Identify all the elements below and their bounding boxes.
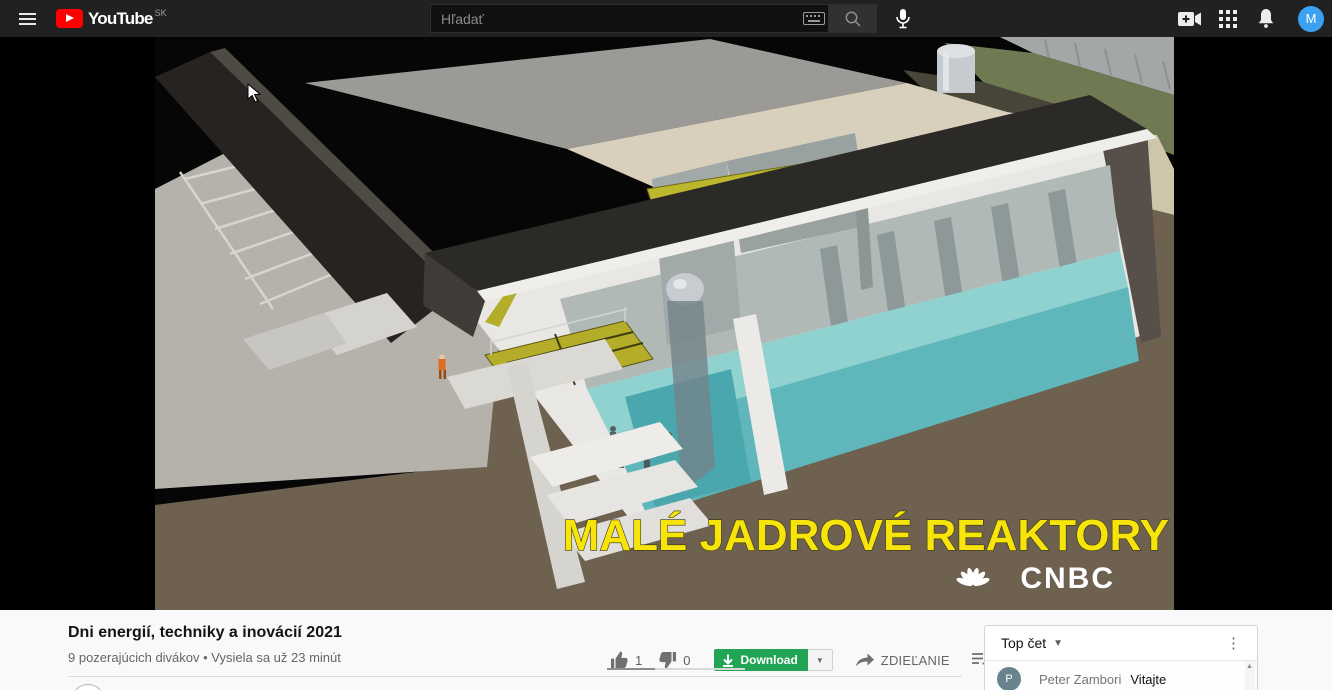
dislike-count: 0 bbox=[683, 653, 690, 668]
share-button[interactable]: ZDIEĽANIE bbox=[855, 652, 950, 669]
like-button[interactable]: 1 bbox=[610, 651, 642, 669]
kebab-menu-icon: ⋮ bbox=[1226, 635, 1241, 652]
live-chat-panel: Top čet ▼ ⋮ P Peter Zambori Vitajte ▲ bbox=[984, 625, 1258, 690]
share-label: ZDIEĽANIE bbox=[881, 653, 950, 668]
video-player[interactable]: MALÉ JADROVÉ REAKTORY CNBC bbox=[0, 37, 1332, 610]
voice-search-button[interactable] bbox=[891, 7, 915, 31]
notifications-button[interactable] bbox=[1254, 7, 1278, 31]
info-divider bbox=[68, 676, 962, 677]
chat-header: Top čet ▼ ⋮ bbox=[985, 626, 1257, 661]
chevron-down-icon: ▼ bbox=[1053, 638, 1063, 649]
thumbs-down-icon bbox=[658, 651, 677, 669]
menu-icon[interactable] bbox=[6, 0, 48, 37]
search-input[interactable] bbox=[430, 4, 829, 33]
like-ratio-bar bbox=[607, 668, 745, 670]
video-overlay-title: MALÉ JADROVÉ REAKTORY bbox=[563, 510, 1169, 560]
logo-country-code: SK bbox=[155, 8, 167, 18]
youtube-play-icon bbox=[56, 9, 83, 28]
youtube-page: YouTube SK bbox=[0, 0, 1332, 690]
account-avatar[interactable]: M bbox=[1298, 6, 1324, 32]
search-icon bbox=[844, 10, 862, 28]
dislike-button[interactable]: 0 bbox=[658, 651, 690, 669]
masthead-right: M bbox=[1178, 0, 1324, 37]
chat-message: P Peter Zambori Vitajte bbox=[985, 661, 1257, 690]
scroll-up-icon: ▲ bbox=[1246, 663, 1253, 670]
chat-menu-button[interactable]: ⋮ bbox=[1222, 634, 1245, 652]
chat-messages: P Peter Zambori Vitajte ▲ bbox=[985, 661, 1257, 690]
masthead: YouTube SK bbox=[0, 0, 1332, 37]
chat-scrollbar[interactable]: ▲ bbox=[1245, 661, 1255, 690]
download-icon bbox=[722, 654, 734, 667]
chat-user-avatar[interactable]: P bbox=[997, 667, 1021, 690]
share-icon bbox=[855, 652, 875, 669]
cnbc-wordmark: CNBC bbox=[1020, 562, 1115, 595]
download-options-button[interactable]: ▼ bbox=[808, 649, 833, 671]
download-label: Download bbox=[740, 653, 797, 667]
create-video-button[interactable] bbox=[1178, 7, 1202, 31]
video-frame: MALÉ JADROVÉ REAKTORY CNBC bbox=[155, 37, 1174, 610]
watch-info-area: Dni energií, techniky a inovácií 2021 9 … bbox=[0, 610, 1332, 690]
create-video-icon bbox=[1178, 11, 1202, 27]
chat-text: Vitajte bbox=[1130, 672, 1166, 687]
like-count: 1 bbox=[635, 653, 642, 668]
apps-grid-icon bbox=[1219, 10, 1237, 28]
search-area bbox=[430, 4, 915, 33]
video-meta: 9 pozerajúcich divákov • Vysiela sa už 2… bbox=[68, 650, 341, 665]
keyboard-icon[interactable] bbox=[803, 12, 825, 25]
logo-text: YouTube bbox=[88, 8, 153, 29]
youtube-logo[interactable]: YouTube SK bbox=[56, 8, 167, 29]
chat-mode-label: Top čet bbox=[1001, 635, 1046, 651]
video-title: Dni energií, techniky a inovácií 2021 bbox=[68, 624, 342, 642]
chevron-down-icon: ▼ bbox=[816, 656, 824, 665]
channel-avatar[interactable] bbox=[71, 684, 105, 690]
chat-mode-dropdown[interactable]: Top čet ▼ bbox=[1001, 635, 1063, 651]
mic-icon bbox=[894, 8, 912, 30]
search-button[interactable] bbox=[829, 4, 877, 33]
chat-author: Peter Zambori bbox=[1039, 672, 1121, 687]
bell-icon bbox=[1256, 8, 1276, 29]
thumbs-up-icon bbox=[610, 651, 629, 669]
apps-grid-button[interactable] bbox=[1216, 7, 1240, 31]
